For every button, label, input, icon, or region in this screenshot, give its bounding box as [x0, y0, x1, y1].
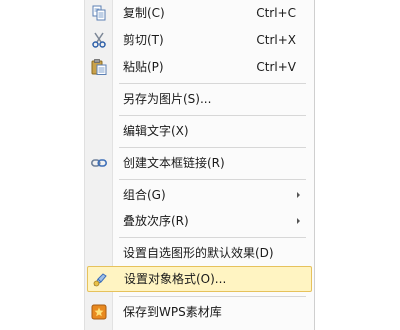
menu-item-save-to-wps-library[interactable]: 保存到WPS素材库 — [85, 299, 314, 325]
menu-item-label: 创建文本框链接(R) — [123, 156, 225, 170]
menu-item-format-object[interactable]: 设置对象格式(O)... — [87, 266, 312, 292]
menu-item-label: 组合(G) — [123, 188, 166, 202]
wps-library-icon — [91, 304, 107, 320]
menu-item-copy[interactable]: 复制(C) Ctrl+C — [85, 0, 314, 26]
menu-item-create-textbox-link[interactable]: 创建文本框链接(R) — [85, 150, 314, 176]
menu-item-order[interactable]: 叠放次序(R) — [85, 208, 314, 234]
menu-separator — [119, 296, 306, 297]
menu-item-paste[interactable]: 粘贴(P) Ctrl+V — [85, 54, 314, 80]
menu-item-label: 另存为图片(S)... — [123, 92, 212, 106]
menu-item-shortcut: Ctrl+V — [256, 60, 296, 74]
menu-item-group[interactable]: 组合(G) — [85, 182, 314, 208]
menu-item-label: 设置自选图形的默认效果(D) — [123, 246, 274, 260]
menu-item-shortcut: Ctrl+X — [256, 33, 296, 47]
menu-separator — [119, 147, 306, 148]
menu-item-label: 粘贴(P) — [123, 60, 164, 74]
menu-item-label: 设置对象格式(O)... — [124, 272, 227, 286]
menu-item-label: 复制(C) — [123, 6, 165, 20]
menu-item-set-default-shape-effect[interactable]: 设置自选图形的默认效果(D) — [85, 240, 314, 266]
menu-separator — [119, 115, 306, 116]
menu-item-label: 编辑文字(X) — [123, 124, 189, 138]
scissors-icon — [91, 32, 107, 48]
menu-item-save-as-picture[interactable]: 另存为图片(S)... — [85, 86, 314, 112]
copy-icon — [91, 5, 107, 21]
paste-icon — [91, 59, 107, 75]
menu-item-edit-text[interactable]: 编辑文字(X) — [85, 118, 314, 144]
link-icon — [91, 155, 107, 171]
submenu-arrow-icon — [297, 218, 300, 224]
context-menu: 复制(C) Ctrl+C 剪切(T) Ctrl+X 粘贴(P) Ctrl+V 另… — [84, 0, 315, 330]
menu-separator — [119, 237, 306, 238]
submenu-arrow-icon — [297, 192, 300, 198]
format-object-icon — [92, 271, 108, 287]
menu-separator — [119, 83, 306, 84]
menu-item-shortcut: Ctrl+C — [256, 6, 296, 20]
menu-separator — [119, 179, 306, 180]
menu-item-label: 叠放次序(R) — [123, 214, 189, 228]
menu-item-cut[interactable]: 剪切(T) Ctrl+X — [85, 27, 314, 53]
menu-item-label: 剪切(T) — [123, 33, 164, 47]
menu-item-label: 保存到WPS素材库 — [123, 305, 222, 319]
